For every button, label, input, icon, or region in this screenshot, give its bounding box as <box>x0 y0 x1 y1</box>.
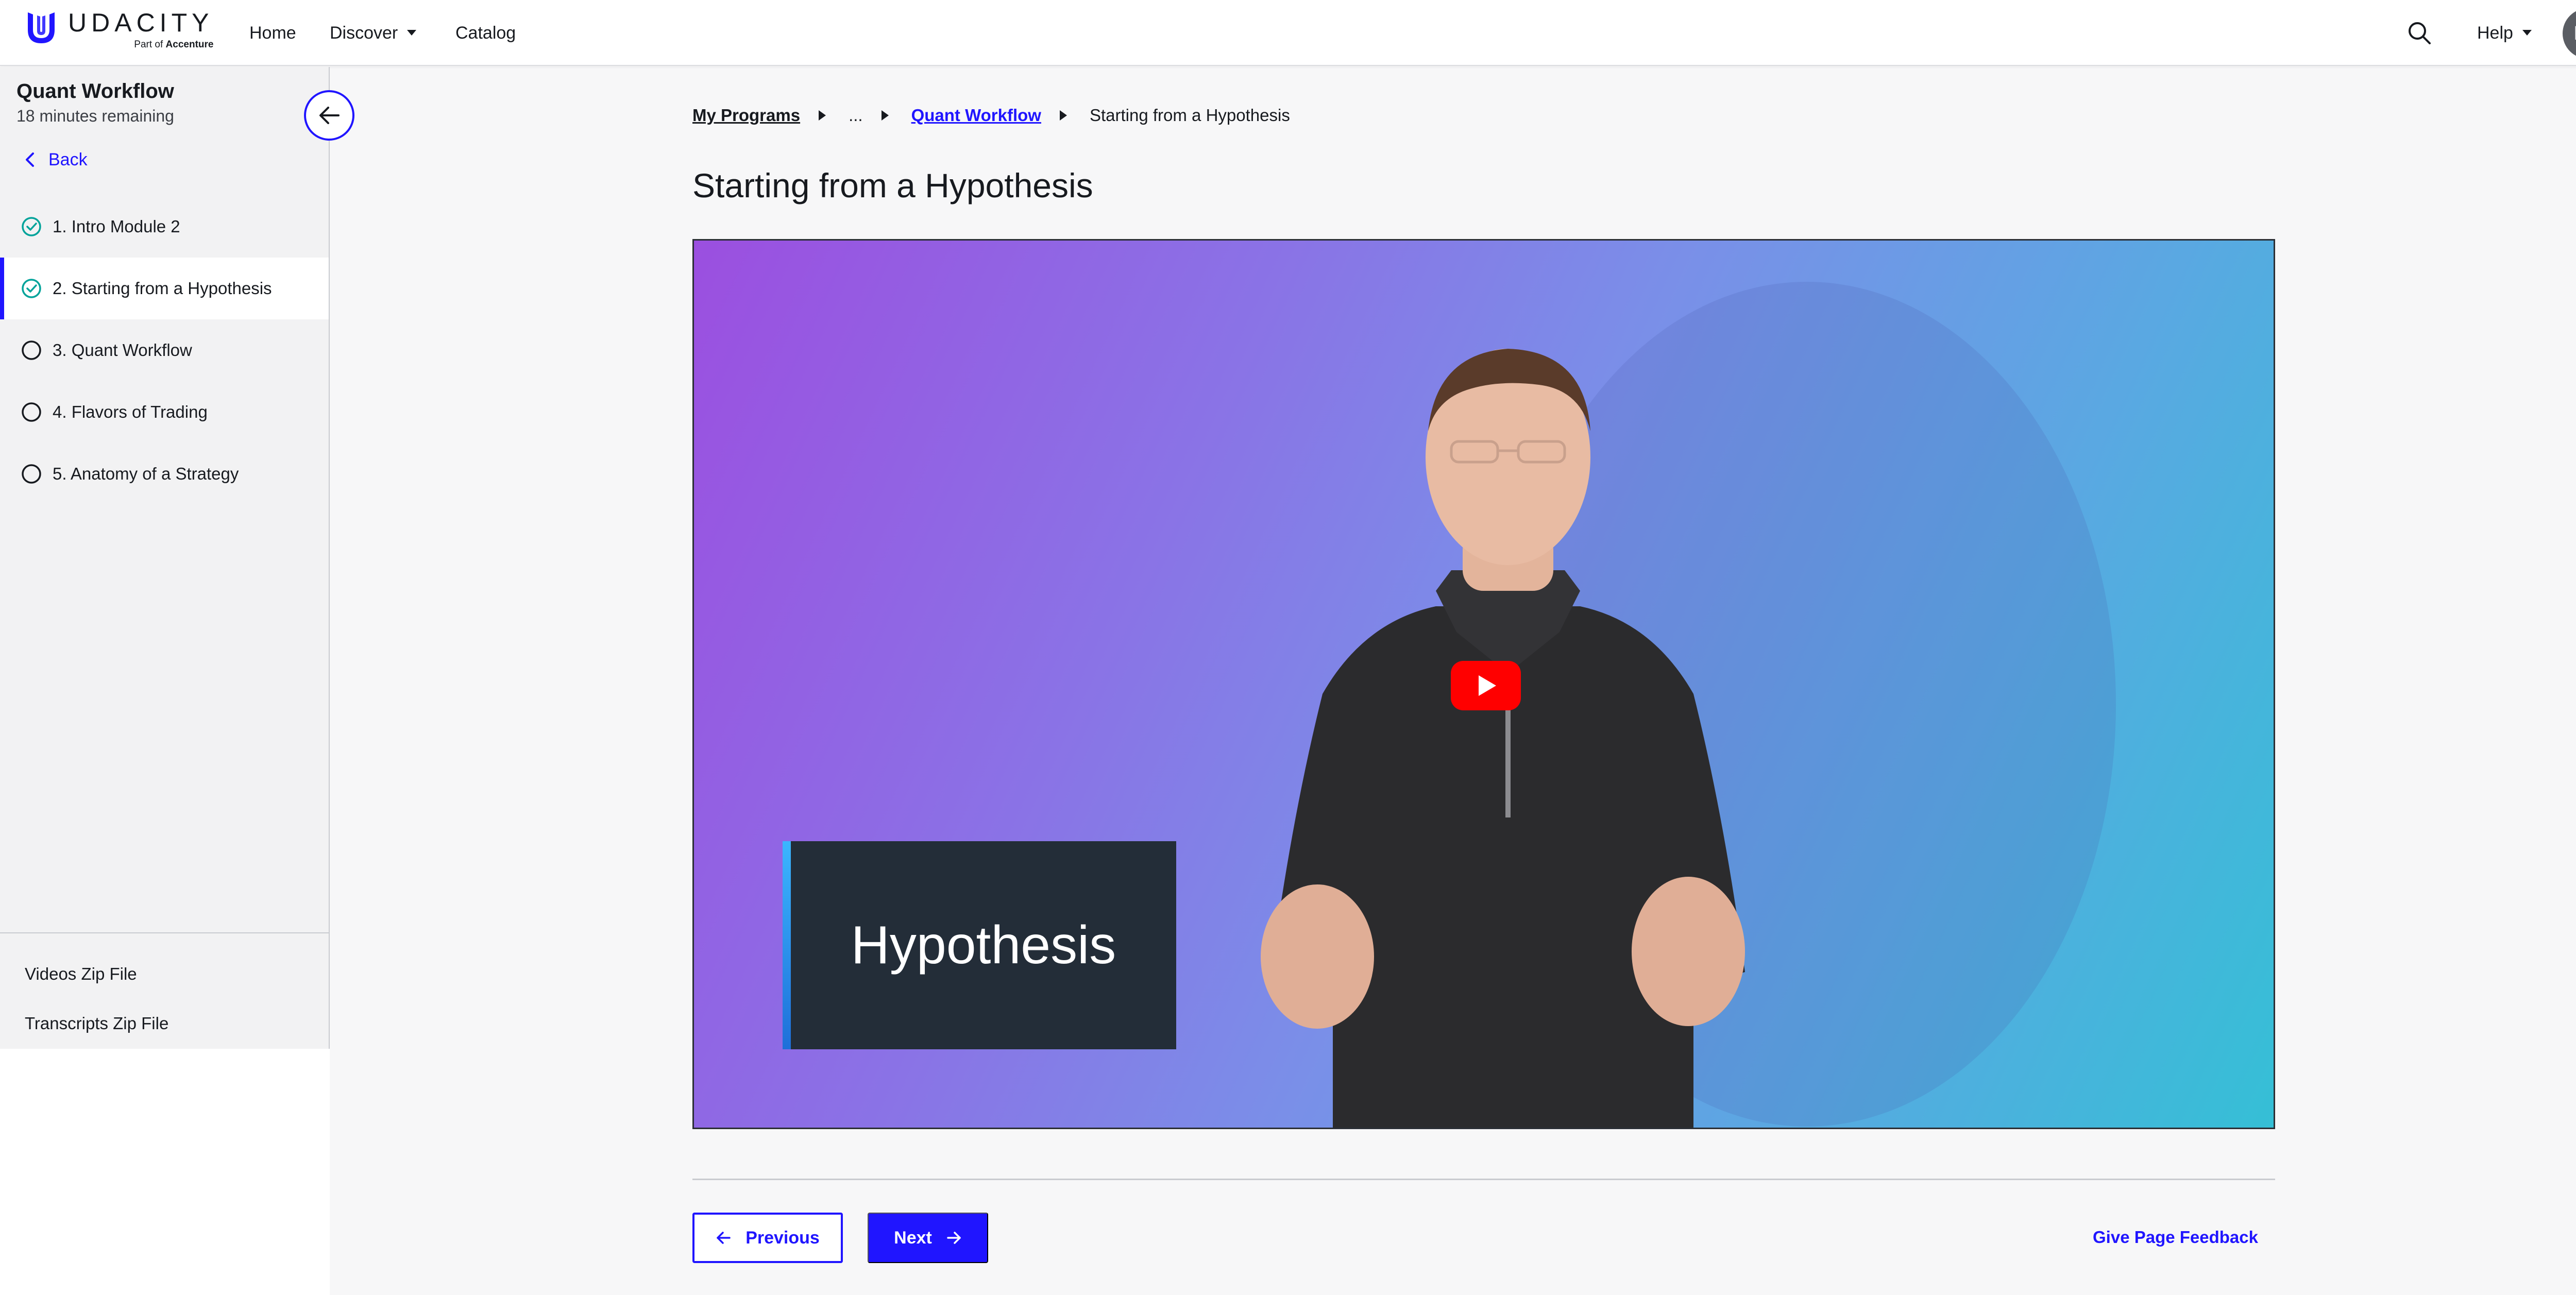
video-player[interactable]: Hypothesis <box>692 239 2275 1129</box>
breadcrumb-quant-workflow[interactable]: Quant Workflow <box>911 106 1041 125</box>
sidebar-divider <box>0 932 329 933</box>
breadcrumb: My Programs ... Quant Workflow Starting … <box>692 103 1290 128</box>
breadcrumb-separator-icon <box>1059 110 1067 121</box>
overlay-text: Hypothesis <box>851 915 1116 975</box>
brand-tagline: Part of Accenture <box>134 39 214 50</box>
instructor-figure <box>1261 349 1745 1128</box>
breadcrumb-ellipsis[interactable]: ... <box>849 106 863 125</box>
collapse-sidebar-button[interactable] <box>304 90 354 141</box>
previous-label: Previous <box>745 1228 820 1248</box>
previous-button[interactable]: Previous <box>692 1213 843 1263</box>
check-circle-icon <box>22 279 41 298</box>
lesson-sidebar: Quant Workflow 18 minutes remaining Back… <box>0 67 330 1049</box>
concept-label: 5. Anatomy of a Strategy <box>53 464 239 483</box>
check-circle-icon <box>22 217 41 236</box>
search-icon[interactable] <box>2406 20 2433 46</box>
lesson-title: Quant Workflow <box>16 80 174 103</box>
caret-down-icon <box>407 29 417 36</box>
arrow-left-icon <box>717 1232 731 1244</box>
udacity-logo-icon <box>28 12 55 43</box>
brand-name: UDACITY <box>68 8 214 37</box>
concept-label: 3. Quant Workflow <box>53 340 192 360</box>
concept-item-quant-workflow[interactable]: 3. Quant Workflow <box>0 319 329 381</box>
empty-circle-icon <box>22 340 41 360</box>
top-navigation: UDACITY Part of Accenture Home Discover … <box>0 0 2576 66</box>
videos-zip-link[interactable]: Videos Zip File <box>25 962 137 986</box>
concept-label: 2. Starting from a Hypothesis <box>53 279 272 298</box>
page-title: Starting from a Hypothesis <box>692 166 1093 205</box>
breadcrumb-current: Starting from a Hypothesis <box>1089 106 1290 125</box>
nav-home[interactable]: Home <box>249 21 296 45</box>
time-remaining: 18 minutes remaining <box>16 107 174 125</box>
video-title-overlay: Hypothesis <box>783 841 1176 1049</box>
breadcrumb-separator-icon <box>819 110 826 121</box>
back-label: Back <box>48 150 88 169</box>
nav-catalog[interactable]: Catalog <box>455 21 516 45</box>
concept-item-intro-module-2[interactable]: 1. Intro Module 2 <box>0 196 329 258</box>
chevron-left-icon <box>26 152 34 167</box>
udacity-logo[interactable]: UDACITY Part of Accenture <box>23 8 213 58</box>
next-label: Next <box>894 1228 932 1248</box>
concept-item-anatomy-of-a-strategy[interactable]: 5. Anatomy of a Strategy <box>0 443 329 505</box>
give-page-feedback-link[interactable]: Give Page Feedback <box>2093 1225 2258 1250</box>
concept-label: 1. Intro Module 2 <box>53 217 180 236</box>
nav-help[interactable]: Help <box>2477 21 2532 45</box>
breadcrumb-separator-icon <box>881 110 889 121</box>
empty-circle-icon <box>22 402 41 422</box>
user-avatar[interactable]: HC <box>2563 8 2576 59</box>
caret-down-icon <box>2522 29 2532 36</box>
content-divider <box>692 1179 2275 1180</box>
concept-item-flavors-of-trading[interactable]: 4. Flavors of Trading <box>0 381 329 443</box>
next-button[interactable]: Next <box>868 1213 988 1263</box>
concept-list: 1. Intro Module 2 2. Starting from a Hyp… <box>0 196 329 505</box>
breadcrumb-my-programs[interactable]: My Programs <box>692 106 800 125</box>
sidebar-footer-space <box>0 1049 330 1295</box>
arrow-right-icon <box>947 1232 961 1244</box>
empty-circle-icon <box>22 464 41 484</box>
transcripts-zip-link[interactable]: Transcripts Zip File <box>25 1012 168 1035</box>
youtube-play-icon[interactable] <box>1451 661 1521 710</box>
arrow-left-icon <box>319 107 340 124</box>
nav-discover[interactable]: Discover <box>330 21 417 45</box>
concept-label: 4. Flavors of Trading <box>53 402 208 421</box>
back-link[interactable]: Back <box>25 147 88 172</box>
concept-item-starting-from-a-hypothesis[interactable]: 2. Starting from a Hypothesis <box>0 258 329 319</box>
